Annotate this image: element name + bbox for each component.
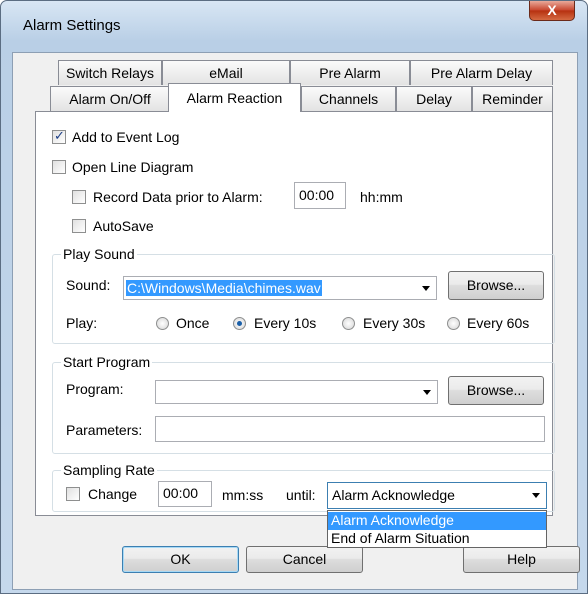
program-browse-button[interactable]: Browse... bbox=[448, 376, 544, 405]
record-time-input[interactable]: 00:00 bbox=[294, 182, 346, 209]
help-button[interactable]: Help bbox=[463, 546, 580, 573]
chevron-down-icon bbox=[423, 390, 431, 395]
sound-combobox[interactable]: C:\Windows\Media\chimes.wav bbox=[123, 276, 437, 300]
play-every-30s-label: Every 30s bbox=[363, 315, 426, 331]
sampling-time-unit: mm:ss bbox=[222, 487, 264, 503]
play-sound-title: Play Sound bbox=[61, 246, 137, 262]
until-value: Alarm Acknowledge bbox=[332, 487, 455, 503]
sampling-time-input[interactable]: 00:00 bbox=[158, 481, 212, 507]
change-sampling-checkbox[interactable] bbox=[66, 487, 80, 501]
play-every-30s-radio[interactable] bbox=[342, 317, 355, 330]
until-label: until: bbox=[286, 487, 316, 503]
tab-channels[interactable]: Channels bbox=[301, 86, 396, 111]
tab-pre-alarm-delay[interactable]: Pre Alarm Delay bbox=[410, 60, 553, 85]
record-data-prior-label: Record Data prior to Alarm: bbox=[93, 189, 263, 205]
sampling-rate-title: Sampling Rate bbox=[61, 462, 157, 478]
play-label: Play: bbox=[66, 315, 98, 331]
tab-delay[interactable]: Delay bbox=[396, 86, 472, 111]
sound-label: Sound: bbox=[66, 277, 111, 293]
chevron-down-icon bbox=[422, 286, 430, 291]
play-once-radio[interactable] bbox=[156, 317, 169, 330]
play-every-60s-radio[interactable] bbox=[447, 317, 460, 330]
program-combobox[interactable] bbox=[155, 380, 438, 404]
window-title: Alarm Settings bbox=[23, 17, 121, 34]
autosave-checkbox[interactable] bbox=[72, 219, 86, 233]
add-to-event-log-checkbox[interactable] bbox=[52, 128, 66, 144]
close-button[interactable]: X bbox=[529, 1, 575, 21]
open-line-diagram-label: Open Line Diagram bbox=[72, 159, 194, 175]
title-bar[interactable]: Alarm Settings X bbox=[1, 1, 587, 53]
play-every-10s-radio[interactable] bbox=[233, 317, 246, 330]
parameters-input[interactable] bbox=[155, 416, 545, 442]
autosave-label: AutoSave bbox=[93, 218, 154, 234]
tab-pre-alarm[interactable]: Pre Alarm bbox=[290, 60, 410, 85]
sound-value: C:\Windows\Media\chimes.wav bbox=[126, 280, 322, 296]
cancel-button[interactable]: Cancel bbox=[246, 546, 363, 573]
add-to-event-log-label: Add to Event Log bbox=[72, 129, 180, 145]
chevron-down-icon bbox=[532, 493, 540, 498]
tab-alarm-on-off[interactable]: Alarm On/Off bbox=[50, 86, 170, 111]
start-program-title: Start Program bbox=[61, 354, 153, 370]
tab-alarm-reaction[interactable]: Alarm Reaction bbox=[168, 83, 301, 112]
change-label: Change bbox=[88, 486, 138, 502]
sound-browse-button[interactable]: Browse... bbox=[448, 271, 544, 300]
parameters-label: Parameters: bbox=[66, 422, 143, 438]
play-once-label: Once bbox=[176, 315, 210, 331]
open-line-diagram-checkbox[interactable] bbox=[52, 160, 66, 174]
record-time-unit: hh:mm bbox=[360, 189, 403, 205]
tab-email[interactable]: eMail bbox=[162, 60, 290, 85]
tab-switch-relays[interactable]: Switch Relays bbox=[58, 60, 162, 85]
tab-reminder[interactable]: Reminder bbox=[472, 86, 553, 111]
play-every-60s-label: Every 60s bbox=[467, 315, 530, 331]
until-option-alarm-acknowledge[interactable]: Alarm Acknowledge bbox=[328, 512, 546, 530]
until-option-end-of-alarm[interactable]: End of Alarm Situation bbox=[328, 530, 546, 548]
until-combobox[interactable]: Alarm Acknowledge bbox=[327, 482, 547, 509]
record-data-prior-checkbox[interactable] bbox=[72, 190, 86, 204]
until-dropdown-list: Alarm Acknowledge End of Alarm Situation bbox=[327, 510, 547, 548]
program-label: Program: bbox=[66, 381, 124, 397]
play-every-10s-label: Every 10s bbox=[254, 315, 317, 331]
ok-button[interactable]: OK bbox=[122, 546, 239, 573]
